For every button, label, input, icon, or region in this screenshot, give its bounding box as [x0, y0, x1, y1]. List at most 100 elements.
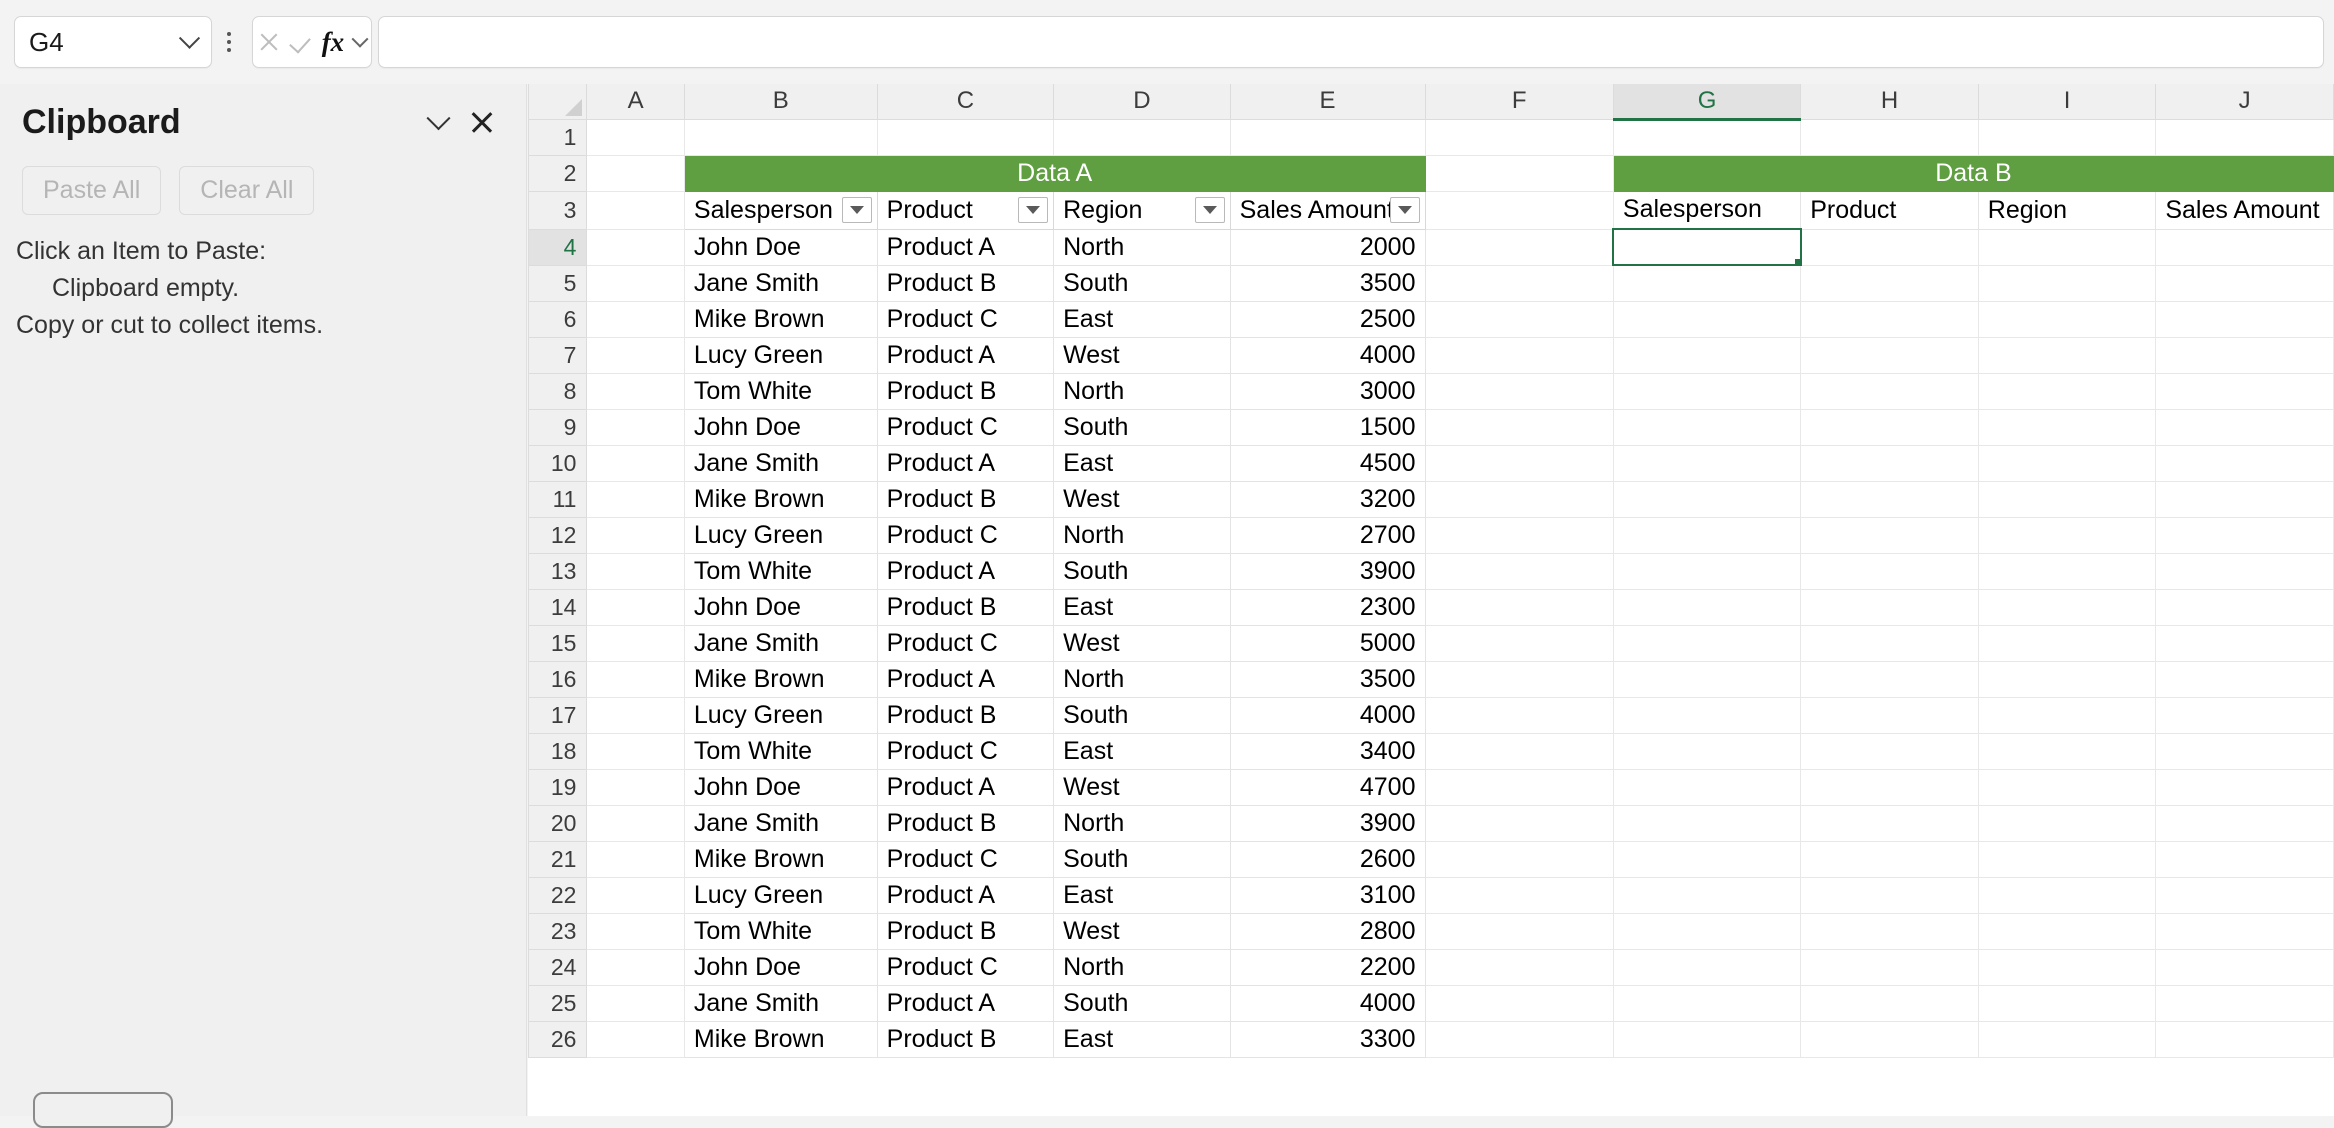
cell-G4[interactable] — [1613, 229, 1800, 265]
cell-D22[interactable]: East — [1054, 877, 1230, 913]
cell-J1[interactable] — [2156, 119, 2334, 155]
cell-C12[interactable]: Product C — [877, 517, 1053, 553]
cell-B18[interactable]: Tom White — [684, 733, 877, 769]
cell-J22[interactable] — [2156, 877, 2334, 913]
cell-H24[interactable] — [1801, 949, 1979, 985]
cell-D15[interactable]: West — [1054, 625, 1230, 661]
column-header-c[interactable]: C — [877, 84, 1053, 119]
cell-D19[interactable]: West — [1054, 769, 1230, 805]
more-options-icon[interactable] — [212, 16, 246, 68]
row-header-3[interactable]: 3 — [529, 191, 587, 229]
cell-E23[interactable]: 2800 — [1230, 913, 1425, 949]
cell-C7[interactable]: Product A — [877, 337, 1053, 373]
cell-F5[interactable] — [1425, 265, 1613, 301]
cell-B5[interactable]: Jane Smith — [684, 265, 877, 301]
row-header-10[interactable]: 10 — [529, 445, 587, 481]
cell-F2[interactable] — [1425, 155, 1613, 191]
cell-F20[interactable] — [1425, 805, 1613, 841]
cell-B24[interactable]: John Doe — [684, 949, 877, 985]
cell-J21[interactable] — [2156, 841, 2334, 877]
cell-H21[interactable] — [1801, 841, 1979, 877]
column-header-f[interactable]: F — [1425, 84, 1613, 119]
cell-J5[interactable] — [2156, 265, 2334, 301]
cell-F3[interactable] — [1425, 191, 1613, 229]
row-header-5[interactable]: 5 — [529, 265, 587, 301]
filter-dropdown-icon-E[interactable] — [1390, 197, 1420, 223]
cell-A13[interactable] — [587, 553, 684, 589]
row-header-2[interactable]: 2 — [529, 155, 587, 191]
cell-C21[interactable]: Product C — [877, 841, 1053, 877]
cell-D8[interactable]: North — [1054, 373, 1230, 409]
row-header-12[interactable]: 12 — [529, 517, 587, 553]
cell-F25[interactable] — [1425, 985, 1613, 1021]
row-header-7[interactable]: 7 — [529, 337, 587, 373]
cell-C18[interactable]: Product C — [877, 733, 1053, 769]
header-cell-C3[interactable]: Product — [877, 191, 1053, 229]
cell-G26[interactable] — [1613, 1021, 1800, 1057]
cell-H18[interactable] — [1801, 733, 1979, 769]
cell-F10[interactable] — [1425, 445, 1613, 481]
cell-A12[interactable] — [587, 517, 684, 553]
cell-G8[interactable] — [1613, 373, 1800, 409]
cell-D9[interactable]: South — [1054, 409, 1230, 445]
cell-A14[interactable] — [587, 589, 684, 625]
cell-A15[interactable] — [587, 625, 684, 661]
cell-E22[interactable]: 3100 — [1230, 877, 1425, 913]
cell-E14[interactable]: 2300 — [1230, 589, 1425, 625]
row-header-14[interactable]: 14 — [529, 589, 587, 625]
cell-J17[interactable] — [2156, 697, 2334, 733]
row-header-19[interactable]: 19 — [529, 769, 587, 805]
cell-E20[interactable]: 3900 — [1230, 805, 1425, 841]
cell-A21[interactable] — [587, 841, 684, 877]
select-all-corner[interactable] — [529, 84, 587, 119]
cell-D23[interactable]: West — [1054, 913, 1230, 949]
cell-D10[interactable]: East — [1054, 445, 1230, 481]
cell-C5[interactable]: Product B — [877, 265, 1053, 301]
row-header-22[interactable]: 22 — [529, 877, 587, 913]
cell-A20[interactable] — [587, 805, 684, 841]
cell-I8[interactable] — [1978, 373, 2156, 409]
cell-I22[interactable] — [1978, 877, 2156, 913]
cell-J13[interactable] — [2156, 553, 2334, 589]
cell-D20[interactable]: North — [1054, 805, 1230, 841]
cell-J15[interactable] — [2156, 625, 2334, 661]
cell-F18[interactable] — [1425, 733, 1613, 769]
row-header-4[interactable]: 4 — [529, 229, 587, 265]
cell-E11[interactable]: 3200 — [1230, 481, 1425, 517]
cell-I14[interactable] — [1978, 589, 2156, 625]
cell-J24[interactable] — [2156, 949, 2334, 985]
cell-D21[interactable]: South — [1054, 841, 1230, 877]
cell-B10[interactable]: Jane Smith — [684, 445, 877, 481]
cell-J19[interactable] — [2156, 769, 2334, 805]
cell-A10[interactable] — [587, 445, 684, 481]
row-header-8[interactable]: 8 — [529, 373, 587, 409]
cell-H11[interactable] — [1801, 481, 1979, 517]
cell-F16[interactable] — [1425, 661, 1613, 697]
insert-function-icon[interactable]: fx — [322, 29, 345, 56]
cell-C4[interactable]: Product A — [877, 229, 1053, 265]
cell-F8[interactable] — [1425, 373, 1613, 409]
cell-G9[interactable] — [1613, 409, 1800, 445]
cell-B16[interactable]: Mike Brown — [684, 661, 877, 697]
cell-F19[interactable] — [1425, 769, 1613, 805]
cell-F21[interactable] — [1425, 841, 1613, 877]
cell-B26[interactable]: Mike Brown — [684, 1021, 877, 1057]
cell-C26[interactable]: Product B — [877, 1021, 1053, 1057]
cell-D25[interactable]: South — [1054, 985, 1230, 1021]
cell-B13[interactable]: Tom White — [684, 553, 877, 589]
cell-G23[interactable] — [1613, 913, 1800, 949]
cell-G7[interactable] — [1613, 337, 1800, 373]
cell-C13[interactable]: Product A — [877, 553, 1053, 589]
cell-F24[interactable] — [1425, 949, 1613, 985]
cell-B25[interactable]: Jane Smith — [684, 985, 877, 1021]
cell-F17[interactable] — [1425, 697, 1613, 733]
cell-H6[interactable] — [1801, 301, 1979, 337]
cell-I20[interactable] — [1978, 805, 2156, 841]
cell-I11[interactable] — [1978, 481, 2156, 517]
cell-A18[interactable] — [587, 733, 684, 769]
cell-H20[interactable] — [1801, 805, 1979, 841]
cell-D7[interactable]: West — [1054, 337, 1230, 373]
cell-G16[interactable] — [1613, 661, 1800, 697]
cell-C15[interactable]: Product C — [877, 625, 1053, 661]
cell-G17[interactable] — [1613, 697, 1800, 733]
